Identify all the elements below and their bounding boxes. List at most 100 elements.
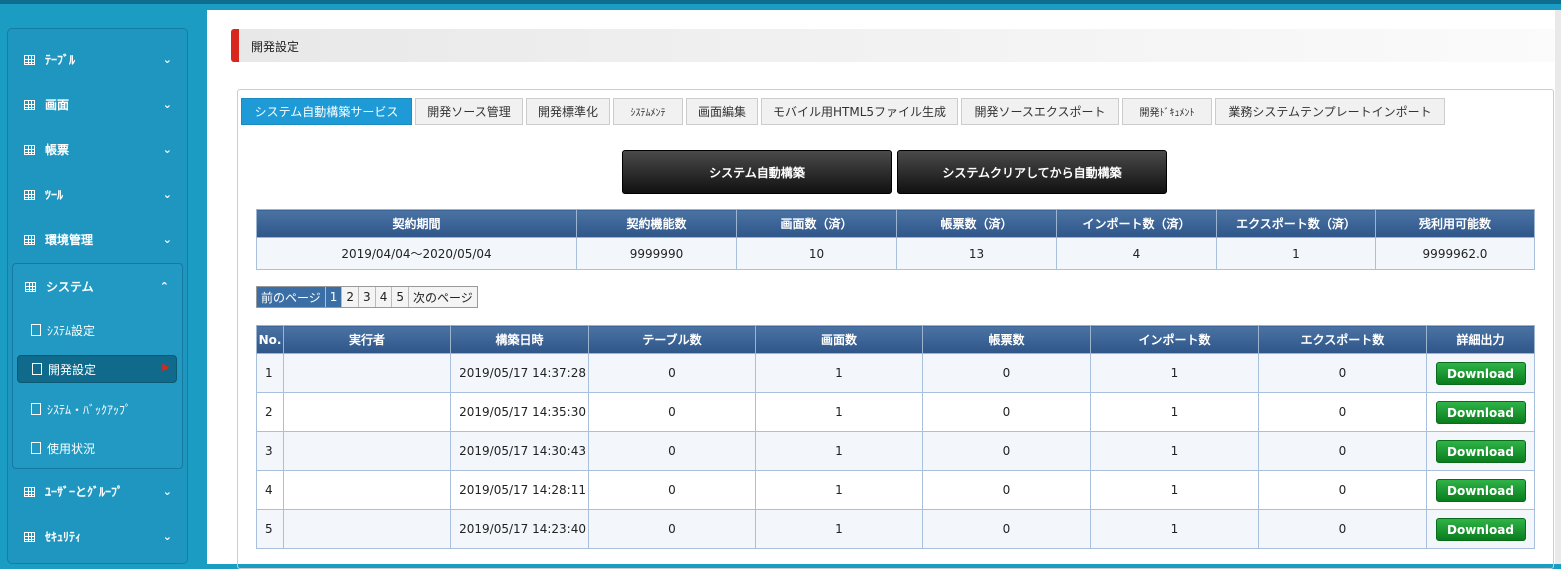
sidebar-item-label: ﾃｰﾌﾞﾙ <box>45 53 76 67</box>
sidebar-item-label: 環境管理 <box>45 233 94 247</box>
row-user <box>283 470 451 510</box>
table-row: 5 2019/05/17 14:23:40 0 1 0 1 0 Download <box>256 509 1535 549</box>
col-header: インポート数 <box>1090 325 1259 354</box>
tab-screen-edit[interactable]: 画面編集 <box>686 98 758 125</box>
col-header: エクスポート数（済） <box>1216 209 1376 238</box>
sidebar-item-system[interactable]: システム ⌃ <box>9 264 189 309</box>
contract-header-row: 契約期間 契約機能数 画面数（済） 帳票数（済） インポート数（済） エクスポー… <box>256 209 1535 238</box>
system-group: システム ⌃ ｼｽﾃﾑ設定 開発設定 ▶ ｼｽﾃﾑ・ﾊﾞｯｸｱｯﾌﾟ 使用状況 <box>12 263 183 469</box>
grid-icon <box>24 531 35 542</box>
col-header: 実行者 <box>283 325 451 354</box>
row-tables: 0 <box>588 392 756 432</box>
download-button[interactable]: Download <box>1435 400 1526 424</box>
page-button-3[interactable]: 3 <box>359 287 376 307</box>
sidebar-subitem-usage[interactable]: 使用状況 <box>17 434 177 462</box>
row-imports: 1 <box>1090 353 1259 393</box>
sidebar-item-label: ｾｷｭﾘﾃｨ <box>45 530 82 544</box>
sidebar-item-users-groups[interactable]: ﾕｰｻﾞｰとｸﾞﾙｰﾌﾟ ⌄ <box>8 469 188 514</box>
sidebar-subitem-dev-settings[interactable]: 開発設定 ▶ <box>17 355 177 383</box>
row-exports: 0 <box>1258 509 1427 549</box>
row-exports: 0 <box>1258 353 1427 393</box>
sidebar-item-table[interactable]: ﾃｰﾌﾞﾙ ⌄ <box>8 37 188 82</box>
row-date: 2019/05/17 14:30:43 <box>450 431 589 471</box>
contract-value-row: 2019/04/04～2020/05/04 9999990 10 13 4 1 … <box>256 237 1535 270</box>
row-user <box>283 392 451 432</box>
row-no: 2 <box>256 392 284 432</box>
page-button-2[interactable]: 2 <box>342 287 360 307</box>
sidebar-subitem-backup[interactable]: ｼｽﾃﾑ・ﾊﾞｯｸｱｯﾌﾟ <box>17 395 177 423</box>
chevron-down-icon: ⌄ <box>162 188 172 201</box>
download-button[interactable]: Download <box>1435 361 1526 385</box>
col-header: エクスポート数 <box>1258 325 1427 354</box>
tab-source-management[interactable]: 開発ソース管理 <box>415 98 523 125</box>
export-count-done: 1 <box>1216 237 1376 270</box>
sidebar-item-label: システム <box>46 280 94 294</box>
table-row: 2 2019/05/17 14:35:30 0 1 0 1 0 Download <box>256 392 1535 432</box>
tab-auto-build-service[interactable]: システム自動構築サービス <box>241 98 412 125</box>
sidebar-item-report[interactable]: 帳票 ⌄ <box>8 127 188 172</box>
subitem-label: ｼｽﾃﾑ・ﾊﾞｯｸｱｯﾌﾟ <box>47 402 132 417</box>
row-exports: 0 <box>1258 431 1427 471</box>
contract-function-count: 9999990 <box>576 237 737 270</box>
scrollbar[interactable] <box>1555 10 1561 564</box>
tab-dev-standardization[interactable]: 開発標準化 <box>526 98 610 125</box>
chevron-down-icon: ⌄ <box>162 53 172 66</box>
history-header-row: No. 実行者 構築日時 テーブル数 画面数 帳票数 インポート数 エクスポート… <box>256 325 1535 354</box>
row-detail: Download <box>1426 509 1535 549</box>
sidebar-subitem-system-settings[interactable]: ｼｽﾃﾑ設定 <box>17 316 177 344</box>
tab-system-maintenance[interactable]: ｼｽﾃﾑﾒﾝﾃ <box>613 98 683 125</box>
row-screens: 1 <box>755 470 923 510</box>
sidebar-item-tool[interactable]: ﾂｰﾙ ⌄ <box>8 172 188 217</box>
col-header: 画面数 <box>755 325 923 354</box>
download-button[interactable]: Download <box>1435 439 1526 463</box>
row-imports: 1 <box>1090 392 1259 432</box>
row-screens: 1 <box>755 431 923 471</box>
auto-build-button[interactable]: システム自動構築 <box>622 150 892 194</box>
row-exports: 0 <box>1258 392 1427 432</box>
subitem-label: 使用状況 <box>47 441 96 456</box>
tab-container: システム自動構築サービス 開発ソース管理 開発標準化 ｼｽﾃﾑﾒﾝﾃ 画面編集 … <box>237 89 1554 569</box>
table-row: 1 2019/05/17 14:37:28 0 1 0 1 0 Download <box>256 353 1535 393</box>
remaining-count: 9999962.0 <box>1375 237 1535 270</box>
next-page-button[interactable]: 次のページ <box>409 287 477 307</box>
tab-source-export[interactable]: 開発ソースエクスポート <box>961 98 1119 125</box>
document-icon <box>31 442 41 454</box>
col-header: 契約期間 <box>256 209 577 238</box>
row-user <box>283 431 451 471</box>
row-detail: Download <box>1426 353 1535 393</box>
top-bar <box>0 0 1561 4</box>
col-header: 構築日時 <box>450 325 589 354</box>
col-header: インポート数（済） <box>1056 209 1217 238</box>
prev-page-button[interactable]: 前のページ <box>257 287 326 307</box>
row-detail: Download <box>1426 392 1535 432</box>
row-tables: 0 <box>588 353 756 393</box>
import-count-done: 4 <box>1056 237 1217 270</box>
row-screens: 1 <box>755 353 923 393</box>
document-icon <box>31 403 41 415</box>
sidebar-item-environment[interactable]: 環境管理 ⌄ <box>8 217 188 262</box>
row-imports: 1 <box>1090 509 1259 549</box>
page-button-1[interactable]: 1 <box>325 287 343 307</box>
page-button-5[interactable]: 5 <box>392 287 409 307</box>
grid-icon <box>24 144 35 155</box>
sidebar-item-screen[interactable]: 画面 ⌄ <box>8 82 188 127</box>
row-date: 2019/05/17 14:28:11 <box>450 470 589 510</box>
tab-dev-documents[interactable]: 開発ﾄﾞｷｭﾒﾝﾄ <box>1122 98 1212 125</box>
build-history-table: No. 実行者 構築日時 テーブル数 画面数 帳票数 インポート数 エクスポート… <box>256 325 1535 549</box>
download-button[interactable]: Download <box>1435 517 1526 541</box>
row-tables: 0 <box>588 431 756 471</box>
report-count-done: 13 <box>896 237 1057 270</box>
download-button[interactable]: Download <box>1435 478 1526 502</box>
sidebar-item-label: 画面 <box>45 98 70 112</box>
row-user <box>283 509 451 549</box>
clear-and-build-button[interactable]: システムクリアしてから自動構築 <box>897 150 1167 194</box>
sidebar-item-security[interactable]: ｾｷｭﾘﾃｨ ⌄ <box>8 514 188 559</box>
tab-template-import[interactable]: 業務システムテンプレートインポート <box>1215 98 1445 125</box>
row-reports: 0 <box>922 509 1091 549</box>
table-row: 4 2019/05/17 14:28:11 0 1 0 1 0 Download <box>256 470 1535 510</box>
tab-mobile-html5[interactable]: モバイル用HTML5ファイル生成 <box>761 98 958 125</box>
chevron-up-icon: ⌃ <box>159 280 169 293</box>
document-icon <box>32 363 42 375</box>
page-button-4[interactable]: 4 <box>376 287 393 307</box>
grid-icon <box>24 99 35 110</box>
